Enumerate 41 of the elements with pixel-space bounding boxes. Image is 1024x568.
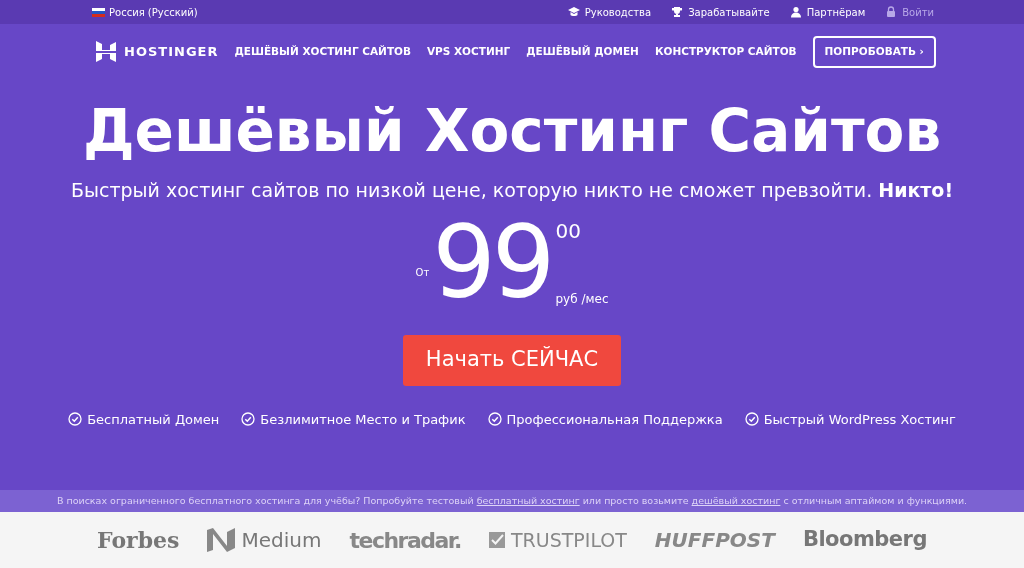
logo-text: HOSTINGER bbox=[124, 43, 219, 62]
start-button[interactable]: Начать СЕЙЧАС bbox=[403, 334, 621, 386]
nav-link[interactable]: ДЕШЁВЫЙ ХОСТИНГ САЙТОВ bbox=[234, 44, 411, 60]
check-circle-icon bbox=[744, 412, 759, 427]
check-box-icon bbox=[488, 532, 505, 548]
feature-text: Быстрый WordPress Хостинг bbox=[763, 410, 956, 429]
nav-link[interactable]: ДЕШЁВЫЙ ДОМЕН bbox=[526, 44, 639, 60]
press-logo: techradar. bbox=[349, 526, 461, 555]
graduation-cap-icon bbox=[567, 6, 580, 18]
top-bar-link[interactable]: Зарабатывайте bbox=[671, 4, 770, 20]
notice-link[interactable]: дешёвый хостинг bbox=[691, 494, 781, 506]
feature-text: Бесплатный Домен bbox=[87, 410, 220, 429]
feature-text: Профессиональная Поддержка bbox=[506, 410, 723, 429]
logo-icon bbox=[96, 41, 116, 63]
press-logo: Medium bbox=[241, 527, 322, 554]
press-logo: TRUSTPILOT bbox=[510, 527, 627, 553]
price-unit: руб /мес bbox=[555, 292, 609, 305]
nav-link[interactable]: КОНСТРУКТОР САЙТОВ bbox=[654, 44, 797, 60]
price-cents: 00 bbox=[555, 220, 582, 241]
check-circle-icon bbox=[241, 412, 256, 427]
language-link[interactable]: Россия (Русский) bbox=[109, 4, 198, 20]
user-icon bbox=[789, 6, 802, 18]
hero-subtitle: Быстрый хостинг сайтов по низкой цене, которую никто не сможет превзойти. Никто! bbox=[70, 178, 954, 203]
notice-text: В поисках ограниченного бесплатного хостинга для учёбы? Попробуйте тестовый бесплатный хостинг или просто возьмите дешёвый хостинг с отличным аптаймом и функциями. bbox=[56, 493, 968, 508]
top-bar-link[interactable]: Руководства bbox=[567, 4, 652, 20]
price-prefix: От bbox=[415, 266, 430, 280]
try-button[interactable]: ПОПРОБОВАТЬ › bbox=[812, 36, 936, 68]
medium-m-icon bbox=[207, 528, 236, 552]
lock-icon bbox=[885, 6, 898, 18]
check-circle-icon bbox=[487, 412, 502, 427]
press-logo: Bloomberg bbox=[802, 526, 927, 554]
check-circle-icon bbox=[68, 412, 83, 427]
feature-text: Безлимитное Место и Трафик bbox=[260, 410, 466, 429]
hero-title: Дешёвый Хостинг Сайтов bbox=[82, 102, 942, 160]
price-amount: 99 bbox=[432, 212, 552, 313]
russia-flag-icon bbox=[92, 7, 105, 17]
notice-link[interactable]: бесплатный хостинг bbox=[476, 494, 580, 506]
nav-link[interactable]: VPS ХОСТИНГ bbox=[427, 44, 511, 60]
trophy-icon bbox=[671, 6, 684, 18]
press-logo: Forbes bbox=[97, 525, 180, 555]
top-bar-link[interactable]: Партнёрам bbox=[789, 4, 866, 20]
